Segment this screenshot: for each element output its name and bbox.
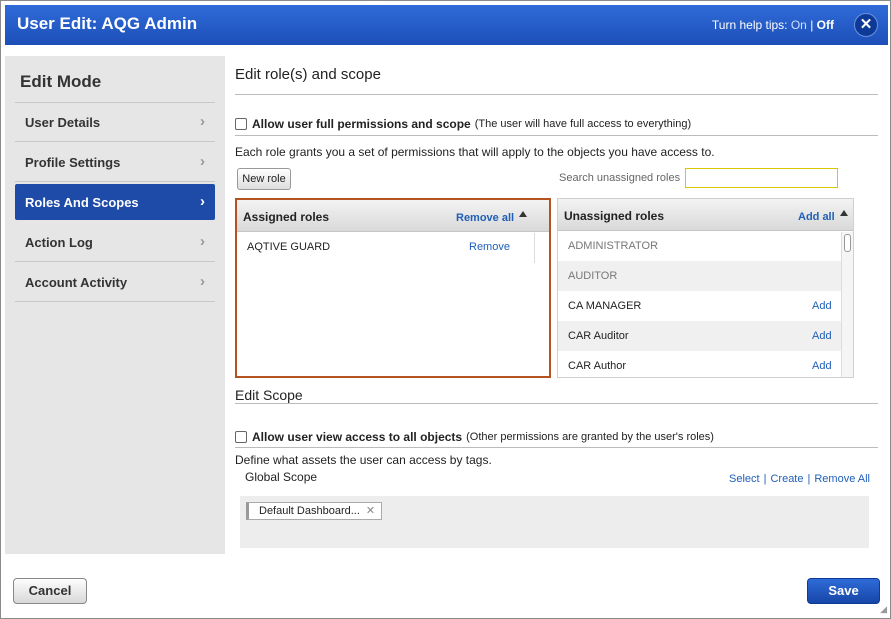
full-permissions-checkbox[interactable] (235, 118, 247, 130)
full-permissions-row: Allow user full permissions and scope (T… (235, 117, 691, 131)
roles-description: Each role grants you a set of permission… (235, 145, 715, 159)
main-content: Edit role(s) and scope Allow user full p… (235, 56, 878, 554)
sidebar: Edit Mode User Details › Profile Setting… (5, 56, 225, 554)
sidebar-item-label: Action Log (25, 235, 93, 250)
scope-actions: Select | Create | Remove All (729, 473, 870, 485)
sidebar-item-label: Roles And Scopes (25, 195, 139, 210)
cancel-button[interactable]: Cancel (13, 578, 87, 604)
scroll-thumb[interactable] (844, 234, 851, 252)
remove-role-link[interactable]: Remove (469, 241, 510, 253)
role-name: CAR Auditor (568, 330, 629, 342)
unassigned-role-row: CAR Author Add (558, 351, 853, 377)
unassigned-roles-title: Unassigned roles (564, 209, 665, 223)
sidebar-item-user-details[interactable]: User Details › (15, 102, 215, 142)
unassigned-scrollbar[interactable] (841, 232, 853, 377)
view-all-checkbox[interactable] (235, 431, 247, 443)
column-divider (534, 233, 535, 263)
help-tips-separator: | (810, 18, 814, 32)
remove-all-link[interactable]: Remove all (456, 212, 514, 224)
scope-tag-box: Default Dashboard... ✕ (240, 496, 869, 548)
sidebar-item-account-activity[interactable]: Account Activity › (15, 262, 215, 302)
help-tips-label: Turn help tips: (711, 18, 788, 32)
sidebar-item-action-log[interactable]: Action Log › (15, 222, 215, 262)
chevron-right-icon: › (200, 153, 205, 170)
search-unassigned-input[interactable] (685, 168, 838, 188)
full-permissions-note: (The user will have full access to every… (474, 118, 692, 130)
sidebar-item-roles-and-scopes[interactable]: Roles And Scopes › (15, 184, 215, 220)
new-role-button[interactable]: New role (237, 168, 291, 190)
edit-mode-title: Edit Mode (20, 72, 102, 91)
create-link[interactable]: Create (770, 473, 803, 485)
roles-section-title: Edit role(s) and scope (235, 66, 381, 83)
dialog-title: User Edit: AQG Admin (17, 14, 198, 33)
resize-grip-icon[interactable]: ◢ (880, 604, 887, 615)
unassigned-role-row: AUDITOR (558, 261, 853, 291)
add-all-link[interactable]: Add all (798, 211, 835, 223)
chevron-right-icon: › (200, 193, 205, 210)
unassigned-roles-header: Unassigned roles Add all (558, 199, 853, 231)
add-role-link[interactable]: Add (812, 330, 832, 342)
role-name: ADMINISTRATOR (568, 240, 659, 252)
user-edit-dialog: User Edit: AQG Admin Turn help tips: On … (0, 0, 891, 619)
add-role-link[interactable]: Add (812, 300, 832, 312)
global-scope-label: Global Scope (245, 470, 318, 484)
search-unassigned-label: Search unassigned roles (559, 172, 681, 184)
select-link[interactable]: Select (729, 473, 760, 485)
section-divider (235, 135, 878, 136)
add-role-link[interactable]: Add (812, 360, 832, 372)
remove-all-scope-link[interactable]: Remove All (814, 473, 870, 485)
help-tips-off[interactable]: Off (817, 18, 834, 32)
view-all-note: (Other permissions are granted by the us… (466, 431, 714, 443)
assigned-roles-header: Assigned roles Remove all (237, 200, 549, 232)
assigned-role-row: AQTIVE GUARD Remove (237, 232, 549, 262)
assigned-roles-panel: Assigned roles Remove all AQTIVE GUARD R… (235, 198, 551, 378)
scope-tag-label: Default Dashboard... (259, 505, 360, 517)
chevron-right-icon: › (200, 273, 205, 290)
role-name: AUDITOR (568, 270, 618, 282)
sidebar-item-profile-settings[interactable]: Profile Settings › (15, 142, 215, 182)
unassigned-role-row: ADMINISTRATOR (558, 231, 853, 261)
dialog-header: User Edit: AQG Admin Turn help tips: On … (5, 5, 888, 45)
unassigned-role-row: CA MANAGER Add (558, 291, 853, 321)
view-all-row: Allow user view access to all objects (O… (235, 430, 714, 444)
unassigned-roles-panel: Unassigned roles Add all ADMINISTRATOR A… (557, 198, 854, 378)
remove-tag-icon[interactable]: ✕ (366, 505, 375, 517)
collapse-up-icon[interactable] (519, 211, 527, 217)
sidebar-item-label: Account Activity (25, 275, 128, 290)
role-name: CA MANAGER (568, 300, 642, 312)
scope-description: Define what assets the user can access b… (235, 453, 492, 467)
role-name: AQTIVE GUARD (247, 241, 331, 253)
section-divider (235, 447, 878, 448)
close-icon[interactable]: ✕ (854, 13, 878, 37)
help-tips-toggle: Turn help tips: On | Off (712, 18, 834, 32)
unassigned-role-row: CAR Auditor Add (558, 321, 853, 351)
chevron-right-icon: › (200, 233, 205, 250)
sidebar-nav: User Details › Profile Settings › Roles … (15, 102, 215, 302)
role-name: CAR Author (568, 360, 627, 372)
collapse-up-icon[interactable] (840, 210, 848, 216)
save-button[interactable]: Save (807, 578, 880, 604)
chevron-right-icon: › (200, 113, 205, 130)
view-all-label: Allow user view access to all objects (252, 430, 463, 444)
sidebar-item-label: User Details (25, 115, 101, 130)
section-divider (235, 403, 878, 404)
scope-section-title: Edit Scope (235, 387, 303, 403)
scope-tag: Default Dashboard... ✕ (246, 502, 383, 520)
help-tips-on[interactable]: On (791, 18, 807, 32)
section-divider (235, 94, 878, 95)
full-permissions-label: Allow user full permissions and scope (252, 117, 471, 131)
assigned-roles-title: Assigned roles (243, 210, 330, 224)
sidebar-item-label: Profile Settings (25, 155, 121, 170)
